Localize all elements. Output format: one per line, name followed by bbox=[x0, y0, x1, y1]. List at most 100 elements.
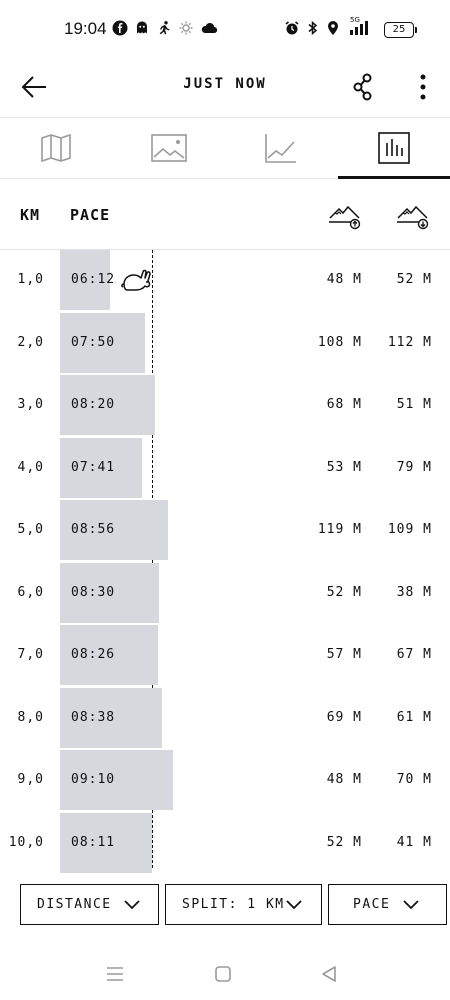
bluetooth-icon bbox=[306, 20, 320, 41]
line-chart-icon bbox=[265, 134, 297, 163]
split-km: 6,0 bbox=[17, 584, 44, 600]
split-pace: 07:50 bbox=[71, 334, 116, 350]
system-nav-bar bbox=[0, 955, 450, 995]
split-row[interactable]: 10,0 08:11 52 M 41 M bbox=[0, 812, 450, 876]
split-elevation-gain: 48 M bbox=[326, 772, 362, 787]
split-row[interactable]: 1,0 06:12 48 M 52 M bbox=[0, 250, 450, 313]
split-pace: 07:41 bbox=[71, 459, 116, 475]
distance-dropdown[interactable]: DISTANCE bbox=[20, 884, 159, 925]
chevron-down-icon bbox=[124, 900, 140, 910]
pace-dropdown[interactable]: PACE bbox=[328, 884, 447, 925]
split-row[interactable]: 5,0 08:56 119 M 109 M bbox=[0, 500, 450, 563]
elevation-loss-icon bbox=[396, 200, 430, 230]
status-system-icons: 5G bbox=[284, 16, 368, 41]
battery-level: 25 bbox=[392, 24, 406, 35]
share-button[interactable] bbox=[346, 70, 380, 104]
elevation-gain-icon bbox=[328, 200, 362, 230]
back-button[interactable] bbox=[18, 70, 52, 104]
split-pace: 08:20 bbox=[71, 397, 116, 412]
split-km: 10,0 bbox=[8, 834, 44, 850]
split-pace: 08:38 bbox=[71, 709, 116, 725]
menu-icon[interactable] bbox=[104, 963, 126, 985]
split-row[interactable]: 9,0 09:10 48 M 70 M bbox=[0, 750, 450, 813]
split-km: 8,0 bbox=[17, 709, 44, 725]
split-elevation-loss: 70 M bbox=[396, 772, 432, 787]
status-bar: 19:04 5G 25 bbox=[0, 0, 450, 60]
more-options-button[interactable] bbox=[406, 70, 440, 104]
split-elevation-gain: 53 M bbox=[326, 459, 362, 475]
split-pace: 06:12 bbox=[71, 272, 116, 287]
split-elevation-loss: 61 M bbox=[396, 709, 432, 725]
split-row[interactable]: 7,0 08:26 57 M 67 M bbox=[0, 625, 450, 688]
bar-chart-icon bbox=[377, 132, 410, 164]
home-square-icon[interactable] bbox=[212, 963, 234, 985]
split-elevation-loss: 67 M bbox=[396, 647, 432, 662]
split-row[interactable]: 6,0 08:30 52 M 38 M bbox=[0, 562, 450, 626]
split-elevation-gain: 119 M bbox=[317, 522, 362, 537]
split-elevation-loss: 51 M bbox=[396, 397, 432, 412]
split-elevation-loss: 112 M bbox=[387, 334, 432, 350]
split-row[interactable]: 4,0 07:41 53 M 79 M bbox=[0, 437, 450, 501]
chevron-down-icon bbox=[403, 900, 419, 910]
split-pace: 08:11 bbox=[71, 834, 116, 850]
km-column-header: KM bbox=[20, 206, 41, 224]
status-time: 19:04 bbox=[64, 19, 107, 38]
split-dropdown[interactable]: SPLIT: 1 KM bbox=[165, 884, 322, 925]
tab-map[interactable] bbox=[0, 118, 113, 178]
tab-photos[interactable] bbox=[113, 118, 226, 178]
page-title: JUST NOW bbox=[183, 76, 267, 92]
share-icon bbox=[353, 73, 372, 101]
split-elevation-gain: 57 M bbox=[326, 647, 362, 662]
rabbit-icon bbox=[120, 264, 154, 292]
split-pace: 08:30 bbox=[71, 584, 116, 600]
split-km: 1,0 bbox=[17, 272, 44, 287]
battery-indicator: 25 bbox=[384, 22, 417, 38]
arrow-left-icon bbox=[21, 76, 46, 98]
split-row[interactable]: 3,0 08:20 68 M 51 M bbox=[0, 375, 450, 438]
ghost-icon bbox=[134, 20, 150, 36]
split-km: 4,0 bbox=[17, 459, 44, 475]
split-elevation-loss: 79 M bbox=[396, 459, 432, 475]
split-elevation-loss: 52 M bbox=[396, 272, 432, 287]
distance-dropdown-label: DISTANCE bbox=[37, 897, 112, 912]
pace-dropdown-label: PACE bbox=[353, 897, 391, 912]
split-pace: 08:56 bbox=[71, 522, 116, 537]
map-icon bbox=[41, 133, 72, 163]
split-km: 3,0 bbox=[17, 397, 44, 412]
split-pace: 09:10 bbox=[71, 772, 116, 787]
split-elevation-loss: 38 M bbox=[396, 584, 432, 600]
split-elevation-gain: 108 M bbox=[317, 334, 362, 350]
runner-icon bbox=[156, 20, 172, 36]
location-icon bbox=[326, 20, 340, 41]
split-km: 9,0 bbox=[17, 772, 44, 787]
status-notification-icons bbox=[112, 20, 218, 36]
splits-table-header: KM PACE bbox=[0, 180, 450, 250]
chevron-down-icon bbox=[286, 900, 302, 910]
split-elevation-loss: 41 M bbox=[396, 834, 432, 850]
split-elevation-gain: 52 M bbox=[326, 584, 362, 600]
splits-list: 1,0 06:12 48 M 52 M 2,0 07:50 108 M 112 M 3,0 08:… bbox=[0, 250, 450, 873]
network-label: 5G bbox=[350, 16, 360, 24]
top-bar: JUST NOW bbox=[0, 60, 450, 116]
split-dropdown-label: SPLIT: 1 KM bbox=[182, 897, 285, 912]
split-row[interactable]: 2,0 07:50 108 M 112 M bbox=[0, 312, 450, 376]
split-row[interactable]: 8,0 08:38 69 M 61 M bbox=[0, 687, 450, 751]
view-tabs bbox=[0, 117, 450, 179]
split-pace: 08:26 bbox=[71, 647, 116, 662]
signal-5g-icon: 5G bbox=[346, 16, 368, 41]
alarm-icon bbox=[284, 20, 300, 41]
split-elevation-gain: 69 M bbox=[326, 709, 362, 725]
split-km: 2,0 bbox=[17, 334, 44, 350]
gear-icon bbox=[178, 20, 194, 36]
facebook-icon bbox=[112, 20, 128, 36]
tab-splits[interactable] bbox=[337, 118, 450, 179]
split-km: 5,0 bbox=[17, 522, 44, 537]
tab-graph[interactable] bbox=[225, 118, 338, 178]
pace-column-header: PACE bbox=[70, 206, 111, 224]
back-triangle-icon[interactable] bbox=[318, 963, 340, 985]
image-icon bbox=[150, 134, 187, 162]
split-elevation-gain: 52 M bbox=[326, 834, 362, 850]
split-elevation-gain: 48 M bbox=[326, 272, 362, 287]
split-elevation-loss: 109 M bbox=[387, 522, 432, 537]
split-elevation-gain: 68 M bbox=[326, 397, 362, 412]
